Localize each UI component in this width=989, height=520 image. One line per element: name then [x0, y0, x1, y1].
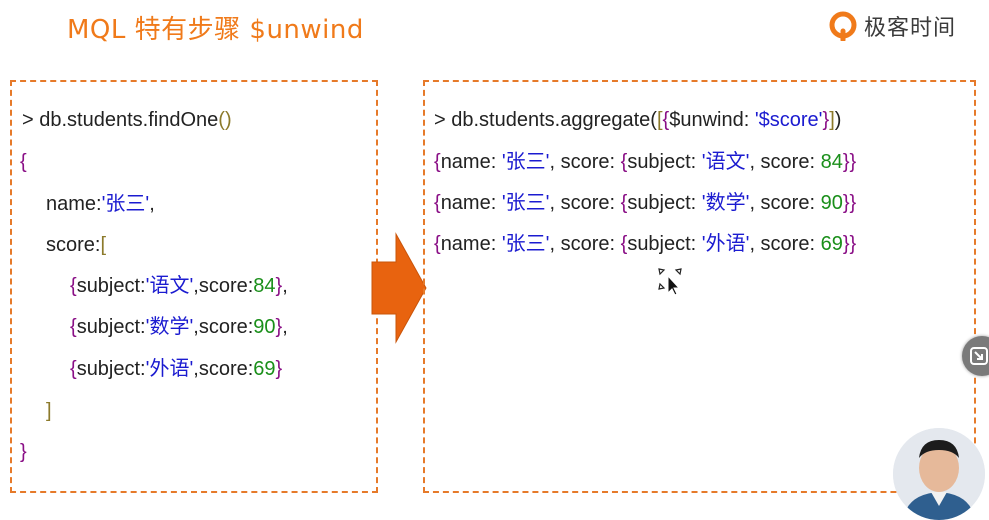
- result-document: {name: '张三', score: {subject: '外语', scor…: [434, 233, 857, 255]
- brand: 极客时间: [828, 10, 956, 42]
- move-cursor-icon: [658, 268, 682, 295]
- brand-name: 极客时间: [863, 16, 956, 41]
- minimize-icon: [970, 347, 988, 365]
- left-name-line: name:'张三',: [46, 193, 155, 215]
- left-score-item: {subject:'数学',score:90},: [70, 316, 288, 338]
- left-command-line: > db.students.findOne(): [22, 109, 232, 131]
- result-document: {name: '张三', score: {subject: '数学', scor…: [434, 192, 857, 214]
- right-code-panel: [423, 80, 976, 493]
- left-score-line: score:[: [46, 234, 107, 256]
- presenter-video: [893, 428, 985, 520]
- result-document: {name: '张三', score: {subject: '语文', scor…: [434, 151, 857, 173]
- presenter-image: [893, 428, 985, 520]
- left-close-bracket: ]: [46, 400, 52, 422]
- slide-title: MQL 特有步骤 $unwind: [67, 15, 364, 45]
- left-close-brace: }: [20, 441, 27, 463]
- left-score-item: {subject:'外语',score:69}: [70, 358, 283, 380]
- left-open-brace: {: [20, 151, 27, 173]
- left-score-item: {subject:'语文',score:84},: [70, 275, 288, 297]
- geek-time-logo-icon: [829, 11, 857, 41]
- right-arrow-icon: [371, 232, 427, 344]
- right-command-line: > db.students.aggregate([{$unwind: '$sco…: [434, 109, 842, 131]
